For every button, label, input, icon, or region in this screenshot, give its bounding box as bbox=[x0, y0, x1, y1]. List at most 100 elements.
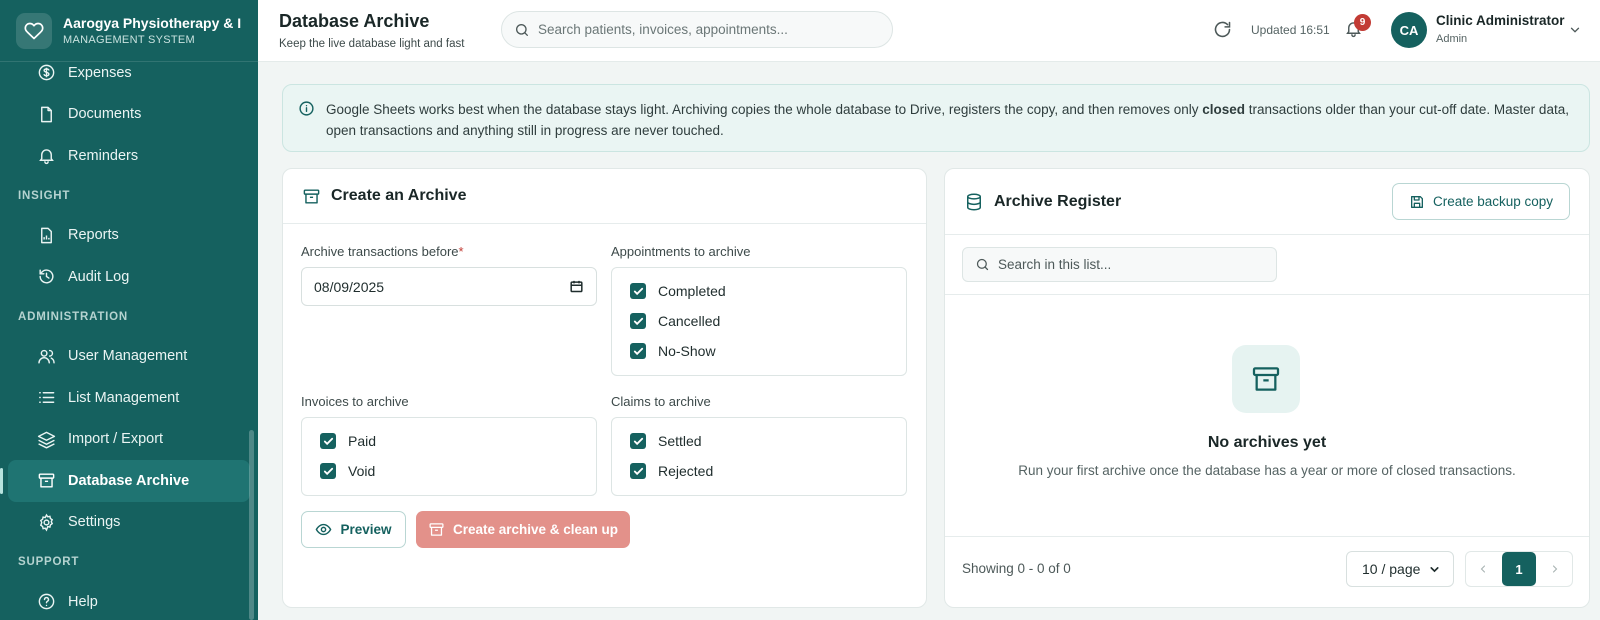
user-role: Admin bbox=[1436, 33, 1468, 45]
checkbox-cancelled[interactable]: Cancelled bbox=[630, 313, 720, 329]
create-archive-button[interactable]: Create archive & clean up bbox=[416, 511, 630, 548]
checkbox-label: Void bbox=[348, 463, 376, 479]
layers-icon bbox=[36, 429, 56, 449]
list-icon bbox=[36, 388, 56, 408]
sidebar-item-database-archive[interactable]: Database Archive bbox=[0, 460, 250, 502]
search-icon bbox=[514, 22, 530, 38]
date-field-label: Archive transactions before* bbox=[301, 244, 464, 259]
info-banner: Google Sheets works best when the databa… bbox=[282, 84, 1590, 152]
sidebar-item-label: Database Archive bbox=[68, 472, 190, 489]
sidebar-item-documents[interactable]: Documents bbox=[8, 94, 250, 136]
page-size-value: 10 / page bbox=[1362, 561, 1421, 577]
archive-date-input[interactable]: 08/09/2025 bbox=[301, 267, 597, 306]
save-icon bbox=[1410, 195, 1423, 208]
section-administration: ADMINISTRATION bbox=[18, 310, 129, 323]
list-search-input[interactable] bbox=[998, 257, 1268, 272]
invoices-checkbox-group: Paid Void bbox=[301, 417, 597, 496]
card-header: Create an Archive bbox=[283, 169, 926, 224]
prev-page-button[interactable] bbox=[1466, 552, 1500, 586]
checkbox-settled[interactable]: Settled bbox=[630, 433, 702, 449]
appointments-checkbox-group: Completed Cancelled No-Show bbox=[611, 267, 907, 376]
page-size-select[interactable]: 10 / page bbox=[1346, 551, 1454, 587]
checkbox-label: Completed bbox=[658, 283, 726, 299]
sidebar-item-label: Help bbox=[68, 593, 98, 610]
calendar-icon[interactable] bbox=[569, 279, 584, 294]
checkbox-label: Rejected bbox=[658, 463, 714, 479]
checkbox-label: Settled bbox=[658, 433, 702, 449]
sidebar: Aarogya Physiotherapy & I MANAGEMENT SYS… bbox=[0, 0, 258, 620]
invoices-label: Invoices to archive bbox=[301, 394, 409, 409]
sidebar-item-expenses[interactable]: Expenses bbox=[8, 52, 250, 94]
list-search-bar bbox=[945, 235, 1589, 295]
next-page-button[interactable] bbox=[1538, 552, 1572, 586]
sidebar-item-help[interactable]: Help bbox=[8, 581, 250, 620]
updated-time: Updated 16:51 bbox=[1251, 23, 1330, 37]
sidebar-item-list-management[interactable]: List Management bbox=[8, 377, 250, 419]
preview-button[interactable]: Preview bbox=[301, 511, 406, 548]
sidebar-item-label: Reminders bbox=[68, 147, 139, 164]
empty-state-description: Run your first archive once the database… bbox=[1018, 463, 1516, 478]
required-mark: * bbox=[458, 244, 464, 259]
pagination: 1 bbox=[1465, 551, 1573, 587]
date-value: 08/09/2025 bbox=[314, 278, 385, 295]
page-button-current[interactable]: 1 bbox=[1502, 552, 1536, 586]
list-search[interactable] bbox=[962, 247, 1277, 282]
report-icon bbox=[36, 225, 56, 245]
card-title: Archive Register bbox=[994, 192, 1122, 210]
sidebar-item-user-management[interactable]: User Management bbox=[8, 336, 250, 378]
section-support: SUPPORT bbox=[18, 556, 80, 568]
register-footer: Showing 0 - 0 of 0 10 / page 1 bbox=[945, 536, 1589, 607]
empty-archive-icon bbox=[1232, 345, 1300, 413]
checkbox-label: Paid bbox=[348, 433, 377, 449]
create-archive-label: Create archive & clean up bbox=[452, 522, 619, 537]
checkbox-rejected[interactable]: Rejected bbox=[630, 463, 713, 479]
showing-count: Showing 0 - 0 of 0 bbox=[962, 561, 1071, 576]
checkbox-completed[interactable]: Completed bbox=[630, 283, 726, 299]
archive-register-card: Archive Register Create backup copy No a… bbox=[944, 168, 1590, 608]
global-search[interactable] bbox=[501, 11, 893, 48]
sidebar-item-label: Reports bbox=[68, 227, 119, 244]
claims-label: Claims to archive bbox=[611, 394, 711, 409]
archive-icon bbox=[429, 523, 444, 536]
sidebar-item-reports[interactable]: Reports bbox=[8, 215, 250, 257]
sidebar-item-audit-log[interactable]: Audit Log bbox=[8, 256, 250, 298]
section-insight: INSIGHT bbox=[18, 189, 71, 202]
sidebar-item-label: Import / Export bbox=[68, 431, 164, 448]
document-icon bbox=[36, 104, 56, 124]
refresh-icon[interactable] bbox=[1212, 19, 1233, 40]
empty-state-title: No archives yet bbox=[1207, 434, 1327, 451]
check-icon bbox=[630, 433, 646, 449]
avatar[interactable]: CA bbox=[1391, 12, 1427, 48]
info-text-bold: closed bbox=[1202, 102, 1246, 117]
brand-name: Aarogya Physiotherapy & I bbox=[63, 15, 242, 31]
checkbox-no-show[interactable]: No-Show bbox=[630, 343, 716, 359]
user-name[interactable]: Clinic Administrator bbox=[1436, 13, 1565, 28]
gear-icon bbox=[36, 512, 56, 532]
sidebar-scrollbar[interactable] bbox=[249, 430, 254, 620]
page-subtitle: Keep the live database light and fast bbox=[279, 38, 465, 50]
sidebar-item-import-export[interactable]: Import / Export bbox=[8, 419, 250, 461]
checkbox-paid[interactable]: Paid bbox=[320, 433, 376, 449]
sidebar-item-settings[interactable]: Settings bbox=[8, 502, 250, 544]
info-icon bbox=[298, 100, 315, 117]
heart-icon bbox=[16, 12, 52, 49]
brand-subtitle: MANAGEMENT SYSTEM bbox=[63, 34, 196, 46]
chevron-down-icon[interactable] bbox=[1568, 23, 1582, 37]
create-backup-button[interactable]: Create backup copy bbox=[1392, 183, 1570, 220]
archive-icon bbox=[302, 187, 321, 206]
top-header: Database Archive Keep the live database … bbox=[258, 0, 1600, 62]
chevron-left-icon bbox=[1480, 565, 1486, 573]
notification-badge: 9 bbox=[1354, 14, 1371, 31]
sidebar-item-reminders[interactable]: Reminders bbox=[8, 135, 250, 177]
archive-icon bbox=[36, 471, 56, 491]
checkbox-void[interactable]: Void bbox=[320, 463, 375, 479]
bell-icon bbox=[36, 146, 56, 166]
search-input[interactable] bbox=[538, 22, 868, 37]
card-title: Create an Archive bbox=[331, 187, 467, 204]
preview-label: Preview bbox=[340, 522, 392, 537]
help-icon bbox=[36, 592, 56, 612]
check-icon bbox=[630, 463, 646, 479]
sidebar-item-label: User Management bbox=[68, 348, 188, 365]
checkbox-label: Cancelled bbox=[658, 313, 721, 329]
sidebar-item-label: Expenses bbox=[68, 64, 132, 81]
